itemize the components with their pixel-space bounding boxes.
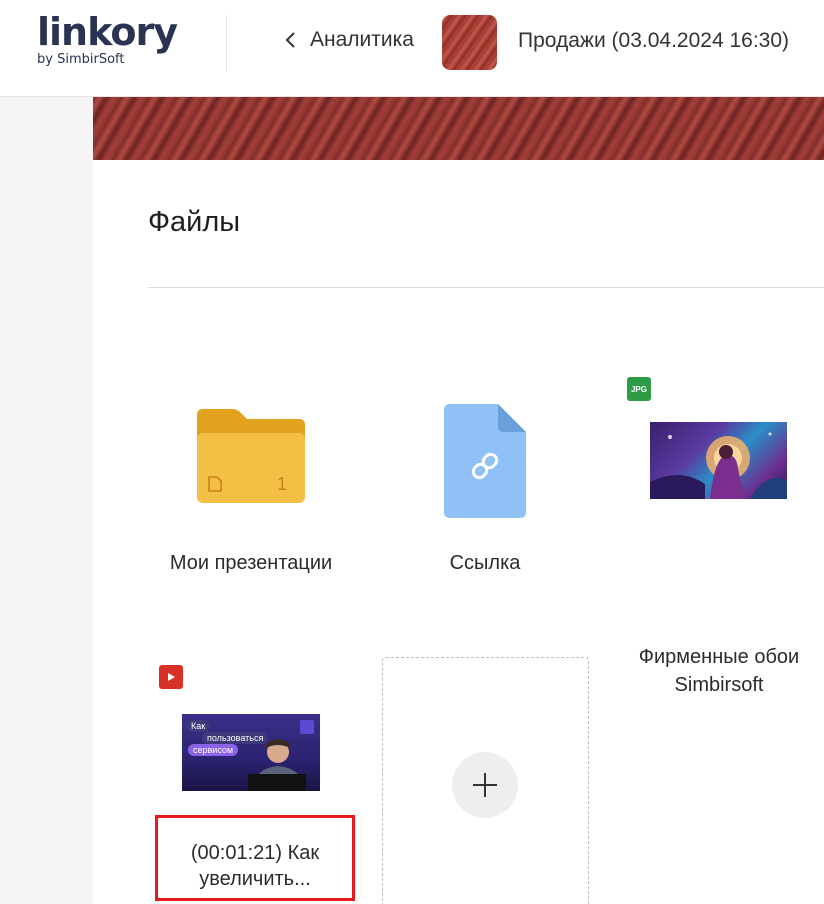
section-title: Файлы [148,206,241,238]
add-button[interactable] [452,752,518,818]
file-tile-link[interactable]: Ссылка [382,377,588,577]
logo-subtitle: by SimbirSoft [37,52,125,67]
add-file-tile[interactable] [382,657,589,904]
section-divider [148,287,824,288]
header-divider [226,15,227,71]
file-name: Ссылка [449,552,521,574]
app-logo[interactable]: linkory by SimbirSoft [37,10,178,67]
back-label: Аналитика [310,28,414,51]
file-tile-image[interactable]: JPG Фирменные обои Simbirsoft [616,377,822,696]
back-button[interactable]: Аналитика [284,28,414,52]
file-tile-folder[interactable]: 1 Мои презентации [148,377,354,577]
image-thumbnail [650,422,787,499]
space-title: Продажи (03.04.2024 16:30) [518,29,790,52]
video-thumbnail: Как пользоваться сервисом [182,714,320,791]
chevron-left-icon [285,32,295,48]
logo-wordmark: linkory [37,10,178,54]
jpg-badge-icon: JPG [627,377,651,401]
file-name: Мои презентации [169,552,333,574]
plus-icon [473,773,497,797]
folder-icon [197,409,305,503]
youtube-badge-icon [159,665,183,689]
space-banner [93,97,824,160]
highlight-box: (00:01:21) Как увеличить... [155,815,355,901]
folder-count: 1 [277,474,288,494]
top-header: linkory by SimbirSoft Аналитика Продажи … [0,0,824,97]
space-content: Файлы 1 Мои презентации Ссылка JPG Фирме… [93,97,824,904]
link-file-icon [444,404,526,518]
file-name-line2: Simbirsoft [674,674,764,696]
file-name-line2: увеличить... [199,868,311,890]
file-name-line1: Фирменные обои [638,646,800,668]
space-cover-thumbnail [442,15,497,70]
file-name-line1: (00:01:21) Как [190,842,320,864]
